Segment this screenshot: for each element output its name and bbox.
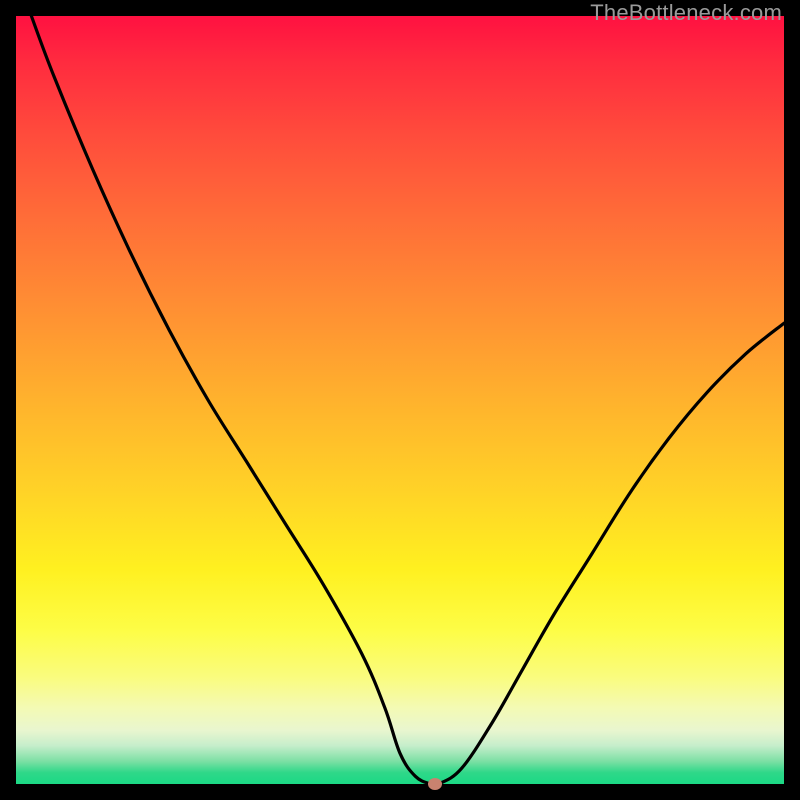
minimum-marker xyxy=(428,778,442,790)
curve-path xyxy=(31,16,784,786)
chart-frame: TheBottleneck.com xyxy=(0,0,800,800)
bottleneck-curve xyxy=(16,16,784,784)
